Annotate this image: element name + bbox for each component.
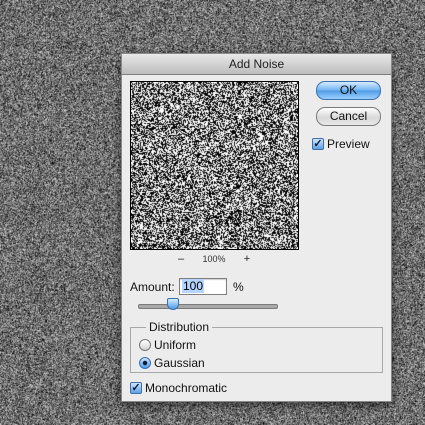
uniform-radio[interactable] — [139, 339, 151, 351]
amount-value: 100 — [182, 279, 204, 293]
add-noise-dialog: Add Noise – 100% + OK Cancel ✓ Preview A… — [121, 53, 392, 402]
cancel-button[interactable]: Cancel — [316, 107, 381, 126]
distribution-group: Distribution Uniform Gaussian — [130, 327, 383, 373]
amount-input[interactable]: 100 — [179, 278, 227, 295]
amount-slider-track[interactable] — [138, 304, 278, 309]
checkmark-icon: ✓ — [131, 382, 140, 394]
preview-checkbox[interactable]: ✓ — [312, 138, 324, 150]
amount-unit: % — [233, 280, 244, 294]
dialog-title: Add Noise — [122, 54, 391, 75]
ok-button[interactable]: OK — [316, 81, 381, 100]
noise-preview-image — [131, 82, 298, 249]
noise-preview[interactable] — [130, 81, 299, 250]
checkmark-icon: ✓ — [313, 138, 322, 150]
zoom-level-label: 100% — [199, 253, 229, 265]
zoom-in-button[interactable]: + — [241, 253, 253, 265]
monochromatic-checkbox[interactable]: ✓ — [130, 382, 142, 394]
distribution-legend: Distribution — [146, 320, 212, 334]
uniform-label[interactable]: Uniform — [154, 338, 196, 352]
amount-label: Amount: — [130, 280, 175, 294]
monochromatic-label[interactable]: Monochromatic — [145, 381, 227, 395]
gaussian-radio[interactable] — [139, 357, 151, 369]
gaussian-label[interactable]: Gaussian — [154, 356, 205, 370]
zoom-out-button[interactable]: – — [175, 253, 187, 265]
preview-label[interactable]: Preview — [327, 137, 370, 151]
